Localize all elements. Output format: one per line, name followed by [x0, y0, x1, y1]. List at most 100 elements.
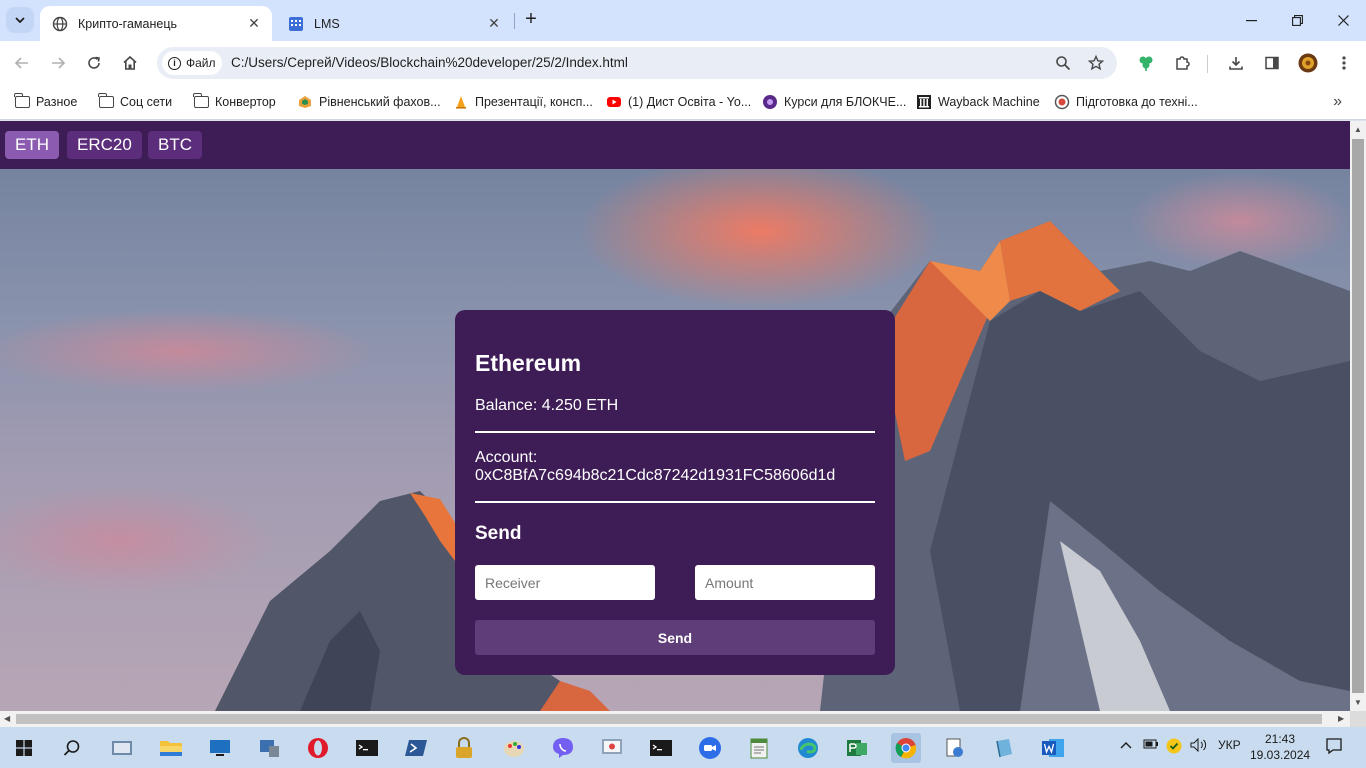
browser-toolbar: i Файл C:/Users/Сергей/Videos/Blockchain… — [0, 41, 1366, 85]
menu-kebab-icon[interactable] — [1330, 49, 1358, 77]
remote-desktop-icon[interactable] — [205, 733, 235, 763]
divider — [475, 501, 875, 503]
folder-icon — [98, 93, 114, 110]
close-icon[interactable]: ✕ — [244, 15, 264, 32]
powershell-icon[interactable] — [401, 733, 431, 763]
url-text[interactable]: C:/Users/Сергей/Videos/Blockchain%20deve… — [231, 55, 628, 70]
bookmark-rivne-college[interactable]: Рівненський фахов... — [297, 92, 441, 112]
bookmark-presentations[interactable]: Презентації, консп... — [453, 92, 593, 112]
scroll-up-icon[interactable]: ▲ — [1354, 125, 1362, 134]
nav-eth[interactable]: ETH — [5, 131, 59, 159]
divider — [475, 431, 875, 433]
clock-time: 21:43 — [1264, 732, 1296, 746]
chevron-down-icon — [15, 17, 25, 23]
minimize-icon[interactable] — [1228, 0, 1274, 41]
new-tab-plus-icon[interactable]: + — [520, 9, 542, 31]
profile-avatar[interactable] — [1294, 49, 1322, 77]
search-icon[interactable] — [57, 733, 87, 763]
bookmarks-bar: Разное Соц сети Конвертор Рівненський фа… — [0, 85, 1366, 120]
side-panel-icon[interactable] — [1258, 49, 1286, 77]
archive-icon — [916, 94, 932, 110]
computer-tools-icon[interactable] — [254, 733, 284, 763]
bookmark-folder-social[interactable]: Соц сети — [98, 92, 172, 112]
zoom-app-icon[interactable] — [695, 733, 725, 763]
notifications-icon[interactable] — [1325, 737, 1343, 758]
toolbar-divider — [1207, 55, 1208, 73]
scroll-left-icon[interactable]: ◀ — [4, 714, 10, 723]
nav-btc[interactable]: BTC — [148, 131, 202, 159]
window-close-icon[interactable] — [1320, 0, 1366, 41]
nav-erc20[interactable]: ERC20 — [67, 131, 142, 159]
bookmark-folder-converter[interactable]: Конвертор — [193, 92, 276, 112]
volume-icon[interactable] — [1190, 737, 1208, 755]
tab-crypto-wallet[interactable]: Крипто-гаманець ✕ — [40, 6, 272, 41]
scroll-thumb[interactable] — [16, 714, 1322, 724]
command-prompt-icon[interactable] — [646, 733, 676, 763]
restore-icon[interactable] — [1274, 0, 1320, 41]
cone-icon — [453, 94, 469, 110]
tab-lms[interactable]: LMS ✕ — [276, 6, 512, 41]
battery-icon[interactable] — [1143, 738, 1159, 753]
system-clock[interactable]: 21:43 19.03.2024 — [1250, 731, 1310, 763]
folder-icon — [193, 93, 209, 110]
edge-icon[interactable] — [793, 733, 823, 763]
screen-app-icon[interactable] — [597, 733, 627, 763]
scroll-down-icon[interactable]: ▼ — [1354, 698, 1362, 707]
scroll-right-icon[interactable]: ▶ — [1338, 714, 1344, 723]
receiver-input[interactable] — [475, 565, 655, 600]
balance-text: Balance: 4.250 ETH — [475, 397, 619, 414]
chrome-icon[interactable] — [891, 733, 921, 763]
back-arrow-icon[interactable] — [8, 49, 36, 77]
paint-icon[interactable] — [499, 733, 529, 763]
scroll-thumb[interactable] — [1352, 139, 1364, 693]
word-icon[interactable] — [1038, 733, 1068, 763]
bookmark-exam-prep[interactable]: Підготовка до техні... — [1054, 92, 1198, 112]
file-manager-icon[interactable] — [107, 733, 137, 763]
bookmark-blockchain-courses[interactable]: Курси для БЛОКЧЕ... — [762, 92, 906, 112]
bookmark-label: Конвертор — [215, 95, 276, 109]
chevron-up-icon[interactable] — [1120, 738, 1132, 752]
book-app-icon[interactable] — [989, 733, 1019, 763]
amount-input[interactable] — [695, 565, 875, 600]
extension-clover-icon[interactable] — [1132, 49, 1160, 77]
windows-start-icon[interactable] — [9, 733, 39, 763]
input-language[interactable]: УКР — [1218, 738, 1241, 752]
chevron-double-right-icon[interactable]: » — [1333, 93, 1342, 111]
tab-search-button[interactable] — [6, 7, 34, 33]
send-heading: Send — [475, 523, 522, 544]
bookmark-label: Презентації, консп... — [475, 95, 593, 109]
horizontal-scrollbar[interactable]: ◀ ▶ — [0, 711, 1350, 727]
file-explorer-icon[interactable] — [156, 733, 186, 763]
site-info-chip[interactable]: i Файл — [162, 51, 222, 75]
viber-icon[interactable] — [548, 733, 578, 763]
terminal-icon[interactable] — [352, 733, 382, 763]
tab-strip: Крипто-гаманець ✕ LMS ✕ + — [0, 0, 1366, 41]
lock-app-icon[interactable] — [449, 733, 479, 763]
college-icon — [297, 94, 313, 110]
bookmark-label: Курси для БЛОКЧЕ... — [784, 95, 907, 109]
vertical-scrollbar[interactable]: ▲ ▼ — [1350, 121, 1366, 711]
home-icon[interactable] — [116, 49, 144, 77]
opera-icon[interactable] — [303, 733, 333, 763]
extensions-puzzle-icon[interactable] — [1168, 49, 1196, 77]
tab-title: LMS — [314, 16, 340, 31]
tab-divider — [514, 13, 515, 29]
forward-arrow-icon[interactable] — [44, 49, 72, 77]
address-bar[interactable]: i Файл C:/Users/Сергей/Videos/Blockchain… — [157, 47, 1117, 79]
search-lens-icon — [1054, 94, 1070, 110]
bookmark-star-icon[interactable] — [1086, 53, 1106, 73]
bookmark-youtube[interactable]: (1) Дист Освіта - Yo... — [606, 92, 751, 112]
download-icon[interactable] — [1222, 49, 1250, 77]
notepad-icon[interactable] — [744, 733, 774, 763]
close-icon[interactable]: ✕ — [484, 15, 504, 32]
bookmark-label: (1) Дист Освіта - Yo... — [628, 95, 752, 109]
bookmark-wayback-machine[interactable]: Wayback Machine — [916, 92, 1040, 112]
network-drive-icon[interactable] — [940, 733, 970, 763]
reload-icon[interactable] — [80, 49, 108, 77]
project-app-icon[interactable] — [842, 733, 872, 763]
send-button[interactable]: Send — [475, 620, 875, 655]
bookmark-folder-raznoe[interactable]: Разное — [14, 92, 77, 112]
norton-security-icon[interactable] — [1166, 738, 1182, 757]
zoom-icon[interactable] — [1053, 53, 1073, 73]
info-icon: i — [168, 56, 181, 70]
